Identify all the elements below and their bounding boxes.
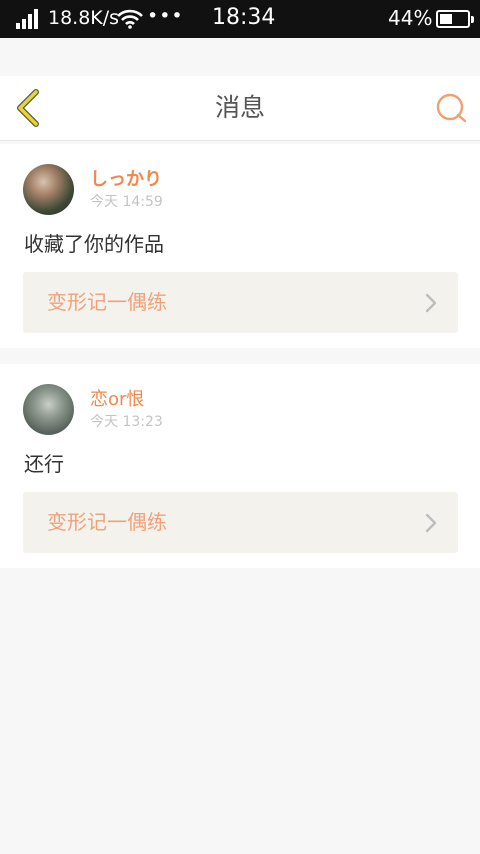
username[interactable]: しっかり [90,168,162,192]
message-card: 恋or恨 今天 13:23 还行 变形记一偶练 [0,364,480,568]
avatar[interactable] [23,384,74,435]
username[interactable]: 恋or恨 [90,388,144,412]
more-notifications-icon: ••• [147,5,184,27]
status-bar: 18.8K/s ••• 18:34 44% [0,0,480,38]
message-text: 还行 [24,452,64,476]
work-title: 变形记一偶练 [47,290,167,314]
clock: 18:34 [212,5,276,30]
message-text: 收藏了你的作品 [24,232,164,256]
battery-icon [436,10,474,28]
work-link[interactable]: 变形记一偶练 [23,492,458,553]
avatar[interactable] [23,164,74,215]
chevron-right-icon [425,293,437,313]
header: 消息 [0,76,480,141]
chat-bubble-icon[interactable] [434,92,468,124]
work-link[interactable]: 变形记一偶练 [23,272,458,333]
network-speed: 18.8K/s [48,7,120,29]
wifi-icon [117,9,143,29]
signal-icon [16,9,38,29]
message-card: しっかり 今天 14:59 收藏了你的作品 变形记一偶练 [0,144,480,348]
timestamp: 今天 13:23 [90,414,163,430]
chevron-right-icon [425,513,437,533]
battery-percent: 44% [388,6,433,30]
timestamp: 今天 14:59 [90,194,163,210]
page-title: 消息 [214,93,265,122]
work-title: 变形记一偶练 [47,510,167,534]
